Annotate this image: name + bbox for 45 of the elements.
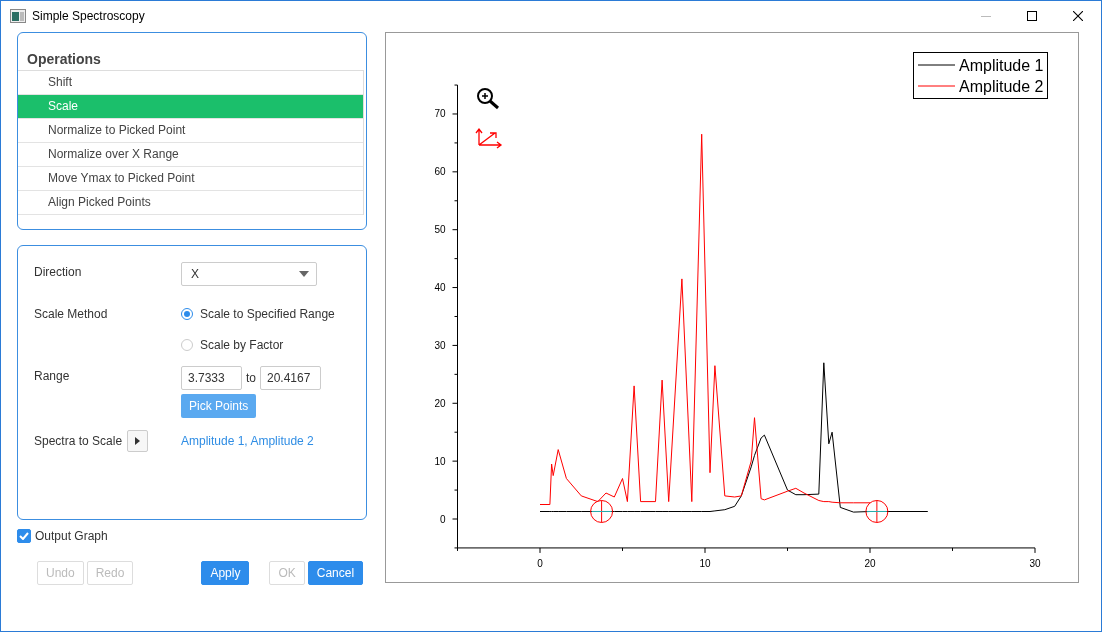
y-tick-label: 20 bbox=[434, 397, 446, 409]
y-tick-label: 10 bbox=[434, 455, 446, 467]
field-label: Scale Method bbox=[34, 306, 109, 323]
y-tick-label: 60 bbox=[434, 166, 446, 178]
axes-arrows-icon[interactable] bbox=[475, 127, 503, 149]
pick-point-marker[interactable] bbox=[590, 500, 614, 523]
field-label: Direction bbox=[34, 264, 83, 281]
x-tick-label: 0 bbox=[537, 557, 543, 569]
maximize-icon[interactable] bbox=[1027, 11, 1037, 21]
radio-button[interactable] bbox=[181, 308, 193, 320]
x-tick-label: 20 bbox=[864, 557, 876, 569]
y-tick-label: 50 bbox=[434, 224, 446, 236]
y-tick-label: 40 bbox=[434, 282, 446, 294]
caret-icon bbox=[299, 271, 309, 277]
window-title: Simple Spectroscopy bbox=[32, 9, 145, 23]
app-icon bbox=[10, 9, 26, 23]
field-label: Range bbox=[34, 368, 71, 385]
operation-item[interactable]: Normalize to Picked Point bbox=[18, 119, 363, 143]
range-to-field[interactable]: 20.4167 bbox=[260, 366, 321, 390]
legend-label: Amplitude 1 bbox=[959, 57, 1044, 74]
panel-heading: Operations bbox=[26, 51, 102, 69]
x-tick-label: 10 bbox=[699, 557, 711, 569]
operation-item[interactable]: Move Ymax to Picked Point bbox=[18, 167, 363, 191]
output-graph-checkbox[interactable]: Output Graph bbox=[17, 529, 108, 543]
pick-point-marker[interactable] bbox=[865, 500, 889, 523]
y-tick-label: 0 bbox=[439, 513, 446, 525]
operation-item[interactable]: Align Picked Points bbox=[18, 191, 363, 215]
range-separator: to bbox=[246, 371, 256, 385]
direction-dropdown[interactable]: X bbox=[181, 262, 317, 286]
radio-option[interactable]: Scale to Specified Range bbox=[181, 304, 366, 324]
y-tick-label: 30 bbox=[434, 339, 446, 351]
checkbox[interactable] bbox=[17, 529, 31, 543]
close-icon[interactable] bbox=[1073, 11, 1083, 21]
y-tick-label: 70 bbox=[434, 108, 446, 120]
operation-item[interactable]: Normalize over X Range bbox=[18, 143, 363, 167]
range-from-field[interactable]: 3.7333 bbox=[181, 366, 242, 390]
legend-label: Amplitude 2 bbox=[959, 78, 1044, 95]
radio-option[interactable]: Scale by Factor bbox=[181, 335, 366, 355]
expand-button[interactable] bbox=[127, 430, 149, 452]
field-label: Spectra to Scale bbox=[34, 433, 123, 450]
radio-button[interactable] bbox=[181, 339, 193, 351]
x-tick-label: 30 bbox=[1029, 557, 1041, 569]
zoom-in-icon[interactable] bbox=[477, 88, 499, 110]
spectra-link[interactable]: Amplitude 1, Amplitude 2 bbox=[181, 430, 366, 452]
triangle-icon bbox=[135, 437, 141, 445]
